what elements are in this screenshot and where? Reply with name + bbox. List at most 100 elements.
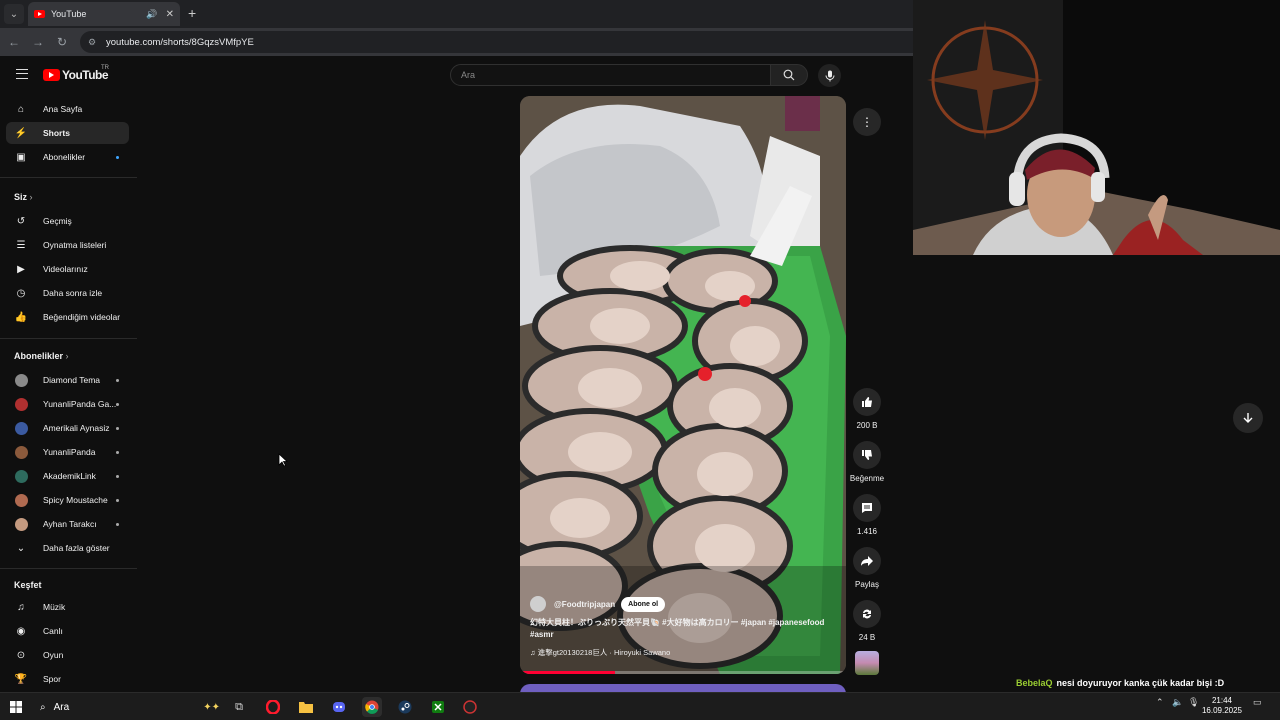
screen: ⌄ YouTube 🔊 ✕ + ← → ↻ ⚙ youtube.com/shor… [0,0,1280,720]
sidebar-item-liked-videos[interactable]: 👍 Beğendiğim videolar [6,306,129,328]
discord-icon[interactable] [329,697,349,717]
opera-icon[interactable] [263,697,283,717]
back-arrow-icon[interactable]: ← [6,34,22,50]
sidebar-item-history[interactable]: ↺ Geçmiş [6,210,129,232]
more-options-icon[interactable]: ⋮ [853,108,881,136]
taskbar-search[interactable]: ⌕ Ara ✦✦ [34,696,220,718]
channel-avatar [15,397,28,411]
share-button[interactable]: Paylaş [848,547,886,589]
channel-name: Amerikali Aynasiz [43,423,110,433]
history-icon: ↺ [16,215,26,227]
comments-button[interactable]: 1.416 [848,494,886,536]
progress-bar[interactable] [520,671,846,674]
subscription-channel[interactable]: Diamond Tema [6,369,129,391]
masthead: YouTube TR Ara [0,56,913,94]
tray-chevron-up-icon[interactable]: ⌃ [1156,697,1164,708]
channel-name[interactable]: @Foodtripjapan [554,600,615,609]
subscribe-button[interactable]: Abone ol [621,596,666,612]
show-more-button[interactable]: ⌄ Daha fazla göster [6,537,129,559]
notification-icon[interactable]: ▭ [1253,697,1262,708]
sidebar-item-live[interactable]: ◉ Canlı [6,620,129,642]
reload-icon[interactable]: ↻ [54,34,70,50]
sidebar-item-your-videos[interactable]: ▶ Videolarınız [6,258,129,280]
sidebar-item-gaming[interactable]: ⊙ Oyun [6,644,129,666]
voice-search-button[interactable] [818,64,841,87]
sidebar-item-label: Spor [43,674,61,684]
forward-arrow-icon[interactable]: → [30,34,46,50]
xbox-icon[interactable] [428,697,448,717]
new-tab-button[interactable]: + [188,4,202,22]
share-label: Paylaş [854,580,879,589]
subscription-channel[interactable]: AkademikLink [6,465,129,487]
new-content-dot [116,498,119,502]
audio-track-thumbnail[interactable] [855,651,879,675]
remix-button[interactable]: 24 B [848,600,886,642]
youtube-favicon-icon [34,10,45,18]
next-short-button[interactable] [1233,403,1263,433]
subscription-channel[interactable]: Amerikali Aynasiz [6,417,129,439]
sidebar-item-playlists[interactable]: ☰ Oynatma listeleri [6,234,129,256]
sidebar-item-shorts[interactable]: ⚡ Shorts [6,122,129,144]
channel-name: Spicy Moustache [43,495,108,505]
new-content-dot [116,155,119,159]
browser-tab[interactable]: YouTube 🔊 ✕ [28,2,180,26]
short-description[interactable]: 幻特大貝柱！ぷりっぷり天然平貝🐚 #大好物は高カロリー #japan #japa… [530,617,830,641]
subscription-channel[interactable]: Spicy Moustache [6,489,129,511]
youtube-play-icon [43,69,60,81]
like-button[interactable]: 200 B [848,388,886,430]
sidebar-item-music[interactable]: ♫ Müzik [6,596,129,618]
channel-avatar[interactable] [530,596,546,612]
progress-fill [520,671,615,674]
sidebar-item-label: Beğendiğim videolar [43,312,121,322]
chrome-icon[interactable] [362,697,382,717]
sidebar-item-sports[interactable]: 🏆 Spor [6,668,129,690]
subscriptions-section-header[interactable]: Abonelikler › [14,351,69,361]
subscription-channel[interactable]: YunanliPanda Ga... [6,393,129,415]
url-field[interactable]: ⚙ youtube.com/shorts/8GqzsVMfpYE [80,31,913,53]
app-icon[interactable] [460,697,480,717]
search-button[interactable] [770,64,808,86]
sidebar-item-subscriptions[interactable]: ▣ Abonelikler [6,146,129,168]
sidebar-item-label: Canlı [43,626,63,636]
steam-icon[interactable] [395,697,415,717]
live-icon: ◉ [16,625,26,637]
divider [0,338,137,339]
menu-icon[interactable] [16,69,28,79]
speaker-icon[interactable]: 🔈 [1172,697,1183,708]
site-settings-icon[interactable]: ⚙ [88,37,98,47]
url-text: youtube.com/shorts/8GqzsVMfpYE [106,36,254,48]
tab-search-dropdown-icon[interactable]: ⌄ [4,4,24,24]
country-code: TR [101,65,109,71]
dislike-label: Beğenme [849,474,885,483]
speaker-icon[interactable]: 🔊 [146,9,157,20]
subscription-channel[interactable]: YunanliPanda [6,441,129,463]
channel-avatar [15,373,28,387]
comment-count: 1.416 [856,527,878,536]
task-view-icon[interactable]: ⧉ [229,697,249,717]
file-explorer-icon[interactable] [296,697,316,717]
subscription-channel[interactable]: Ayhan Tarakcı [6,513,129,535]
search-input[interactable]: Ara [450,64,771,86]
dislike-button[interactable]: Beğenme [848,441,886,483]
webcam-overlay [913,0,1280,255]
channel-avatar [15,445,28,459]
system-clock[interactable]: 21:44 16.09.2025 [1196,696,1248,716]
sidebar-item-home[interactable]: ⌂ Ana Sayfa [6,98,129,120]
explore-section-header: Keşfet [14,580,42,590]
channel-row: @Foodtripjapan Abone ol [530,596,830,612]
browser-tab-bar: ⌄ YouTube 🔊 ✕ + [0,0,913,28]
show-more-label: Daha fazla göster [43,543,110,553]
divider [0,568,137,569]
windows-start-icon[interactable] [6,697,26,717]
shorts-video-player[interactable]: @Foodtripjapan Abone ol 幻特大貝柱！ぷりっぷり天然平貝🐚… [520,96,846,674]
sidebar-item-label: Daha sonra izle [43,288,103,298]
remix-count: 24 B [858,633,876,642]
youtube-logo[interactable]: YouTube TR [43,65,109,82]
music-attribution[interactable]: ♫ 進撃gt20130218巨人 · Hiroyuki Sawano [530,647,830,658]
you-section-header[interactable]: Siz › [14,192,33,202]
sidebar-item-watch-later[interactable]: ◷ Daha sonra izle [6,282,129,304]
close-tab-icon[interactable]: ✕ [166,9,174,20]
subscriptions-icon: ▣ [16,151,26,163]
sidebar-item-label: Ana Sayfa [43,104,83,114]
playlist-icon: ☰ [16,239,26,251]
